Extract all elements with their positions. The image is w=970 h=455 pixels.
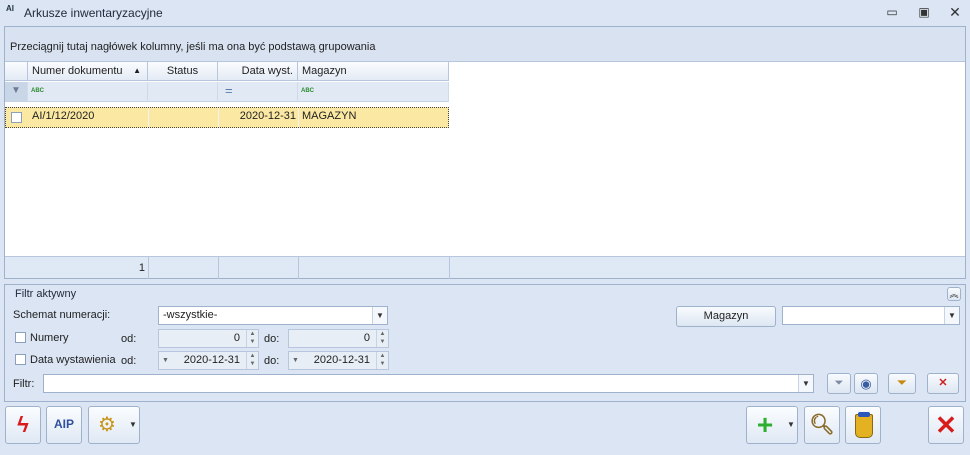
- spinner-icon[interactable]: ▲ ▼: [246, 352, 258, 369]
- numery-do-field[interactable]: 0 ▲ ▼: [288, 329, 389, 348]
- cell-magazyn: MAGAZYN: [302, 110, 357, 122]
- filter-cell-data[interactable]: =: [218, 82, 298, 102]
- cell-divider: [148, 108, 149, 127]
- column-header-label: Status: [166, 65, 199, 77]
- column-header-label: Magazyn: [302, 65, 347, 77]
- magazyn-select[interactable]: ▼: [782, 306, 960, 325]
- chevron-down-icon: ▼: [798, 375, 813, 392]
- chevron-down-icon[interactable]: ▼: [162, 352, 169, 369]
- chevron-down-icon: ▼: [372, 307, 387, 324]
- row-checkbox[interactable]: [11, 112, 22, 123]
- column-header-data[interactable]: Data wyst.: [218, 62, 298, 81]
- aip-icon: AIP: [53, 417, 74, 431]
- text-filter-icon: ABC: [301, 88, 314, 94]
- clear-filter-icon[interactable]: ✕: [927, 373, 959, 394]
- numery-od-value: 0: [233, 332, 240, 344]
- delete-button[interactable]: [845, 406, 881, 444]
- view-button[interactable]: 🔍︎: [804, 406, 840, 444]
- footer-divider: [298, 257, 299, 279]
- cell-divider: [298, 108, 299, 127]
- table-row[interactable]: AI/1/12/2020 2020-12-31 MAGAZYN: [5, 107, 449, 128]
- numery-od-label: od:: [121, 333, 137, 345]
- footer-divider: [218, 257, 219, 279]
- magnifier-icon: 🔍︎: [809, 414, 835, 436]
- close-button[interactable]: ✕: [928, 406, 964, 444]
- schemat-select[interactable]: -wszystkie- ▼: [158, 306, 388, 325]
- header-indicator: [5, 62, 28, 81]
- trash-lid: [858, 412, 870, 417]
- documents-grid: Przeciągnij tutaj nagłówek kolumny, jeśl…: [4, 26, 966, 279]
- row-count: 1: [138, 262, 145, 274]
- data-do-field[interactable]: ▼ 2020-12-31 ▲ ▼: [288, 351, 389, 370]
- numery-do-label: do:: [264, 333, 280, 345]
- data-od-label: od:: [121, 355, 137, 367]
- advanced-filter-icon[interactable]: ◉: [854, 373, 878, 394]
- spinner-icon[interactable]: ▲ ▼: [376, 352, 388, 369]
- spinner-icon[interactable]: ▲ ▼: [376, 330, 388, 347]
- data-od-field[interactable]: ▼ 2020-12-31 ▲ ▼: [158, 351, 259, 370]
- title-bar: AI Arkusze inwentaryzacyjne ▭ ▣ ✕: [0, 0, 970, 25]
- close-icon: ✕: [935, 410, 957, 440]
- minimize-icon[interactable]: ▭: [882, 4, 902, 20]
- spinner-icon[interactable]: ▲ ▼: [246, 330, 258, 347]
- group-by-hint: Przeciągnij tutaj nagłówek kolumny, jeśl…: [10, 41, 376, 53]
- edit-filter-icon[interactable]: ⏷: [888, 373, 916, 394]
- filtr-input[interactable]: ▼: [43, 374, 814, 393]
- plus-icon: +: [756, 409, 774, 440]
- filter-panel: Filtr aktywny ︽ Schemat numeracji: -wszy…: [4, 284, 966, 402]
- data-label: Data wystawienia: [30, 354, 116, 366]
- text-filter-icon: ABC: [31, 88, 44, 94]
- group-by-panel[interactable]: Przeciągnij tutaj nagłówek kolumny, jeśl…: [5, 27, 965, 62]
- chevron-down-icon: ▼: [944, 307, 959, 324]
- numery-od-field[interactable]: 0 ▲ ▼: [158, 329, 259, 348]
- column-header-label: Numer dokumentu: [32, 65, 123, 77]
- data-od-value: 2020-12-31: [183, 354, 240, 366]
- restore-icon[interactable]: ▣: [914, 4, 934, 20]
- footer-divider: [148, 257, 149, 279]
- funnel-icon[interactable]: ⏷: [827, 373, 851, 394]
- sort-ascending-icon: ▲: [133, 66, 141, 75]
- add-button[interactable]: + ▼: [746, 406, 798, 444]
- collapse-panel-icon[interactable]: ︽: [947, 287, 961, 301]
- schemat-label: Schemat numeracji:: [13, 309, 111, 321]
- data-do-value: 2020-12-31: [313, 354, 370, 366]
- funnel-icon: ▼: [11, 85, 21, 96]
- chevron-down-icon[interactable]: ▼: [292, 352, 299, 369]
- column-header-status[interactable]: Status: [148, 62, 218, 81]
- lightning-icon: ϟ: [17, 412, 29, 437]
- numery-checkbox[interactable]: [15, 332, 26, 343]
- aip-button[interactable]: AIP: [46, 406, 82, 444]
- cell-numer: AI/1/12/2020: [32, 110, 95, 122]
- cell-divider: [218, 108, 219, 127]
- app-icon: AI: [6, 4, 14, 13]
- magazyn-button[interactable]: Magazyn: [676, 306, 776, 327]
- filter-panel-title: Filtr aktywny: [15, 288, 77, 300]
- filter-cell-status[interactable]: [148, 82, 218, 102]
- lightning-button[interactable]: ϟ: [5, 406, 41, 444]
- trash-icon: [855, 414, 873, 438]
- column-header-label: Data wyst.: [241, 65, 293, 77]
- filter-cell-magazyn[interactable]: ABC: [298, 82, 449, 102]
- filter-row-indicator: ▼: [5, 82, 28, 102]
- window-title: Arkusze inwentaryzacyjne: [24, 6, 163, 20]
- filtr-label: Filtr:: [13, 378, 35, 390]
- operations-icon: ⚙: [98, 414, 116, 436]
- equals-filter-icon: =: [225, 83, 233, 98]
- footer-divider: [449, 257, 450, 279]
- operations-button[interactable]: ⚙ ▼: [88, 406, 140, 444]
- column-header-numer[interactable]: Numer dokumentu ▲: [28, 62, 148, 81]
- chevron-down-icon[interactable]: ▼: [783, 407, 799, 443]
- filter-cell-numer[interactable]: ABC: [28, 82, 148, 102]
- column-header-magazyn[interactable]: Magazyn: [298, 62, 449, 81]
- chevron-down-icon[interactable]: ▼: [125, 407, 141, 443]
- grid-footer: 1: [5, 256, 965, 279]
- numery-label: Numery: [30, 332, 69, 344]
- cell-data: 2020-12-31: [239, 110, 296, 122]
- schemat-value: -wszystkie-: [163, 309, 218, 321]
- numery-do-value: 0: [363, 332, 370, 344]
- close-window-icon[interactable]: ✕: [945, 4, 965, 20]
- data-checkbox[interactable]: [15, 354, 26, 365]
- data-do-label: do:: [264, 355, 280, 367]
